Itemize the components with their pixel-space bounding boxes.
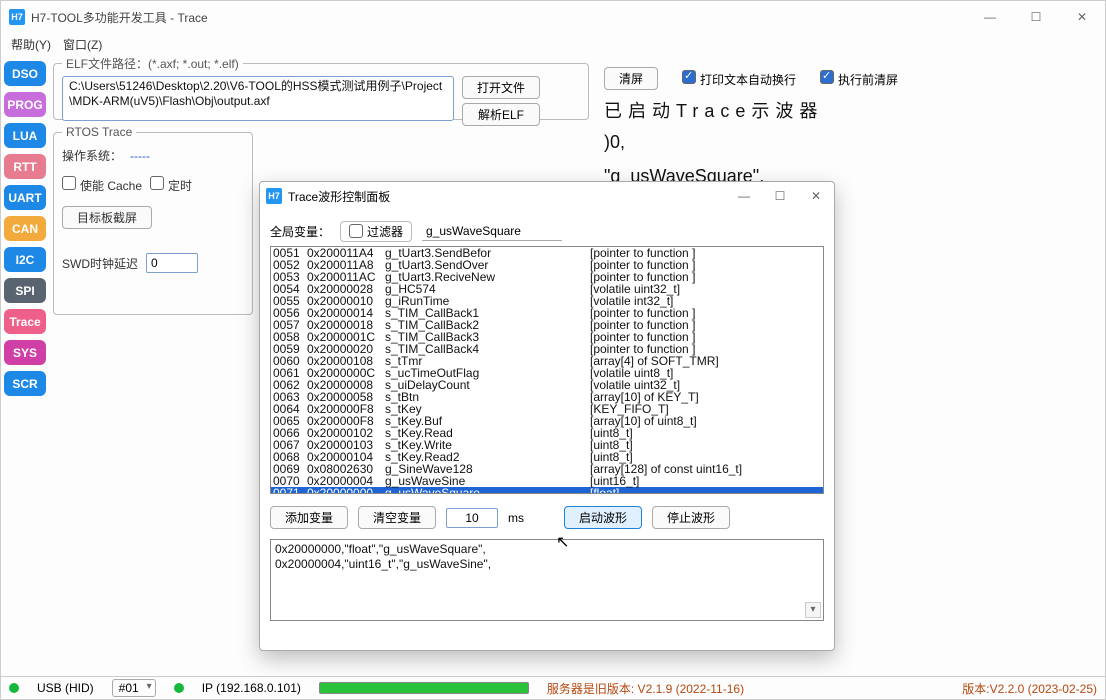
dlg-icon: H7 [266,188,282,204]
sidebar-item-spi[interactable]: SPI [4,278,46,303]
usb-led-icon [9,683,19,693]
add-var-button[interactable]: 添加变量 [270,506,348,529]
filter-input[interactable] [422,221,562,241]
preclear-label: 执行前清屏 [838,73,898,87]
variable-listing[interactable]: 00510x200011A4g_tUart3.SendBefor[pointer… [270,246,824,494]
clear-button[interactable]: 清屏 [604,67,658,90]
dlg-close-icon[interactable]: ✕ [798,189,834,203]
interval-input[interactable] [446,508,498,528]
filter-checkbox[interactable] [349,224,363,238]
elf-path-input[interactable]: C:\Users\51246\Desktop\2.20\V6-TOOL的HSS模… [62,76,454,121]
rtos-legend: RTOS Trace [62,125,136,139]
window-title: H7-TOOL多功能开发工具 - Trace [31,9,208,26]
usb-label: USB (HID) [37,681,94,695]
menu-help[interactable]: 帮助(Y) [11,36,51,53]
sidebar-item-sys[interactable]: SYS [4,340,46,365]
app-icon: H7 [9,9,25,25]
trace-wave-dialog: H7 Trace波形控制面板 — ☐ ✕ 全局变量： 过滤器 00510x200… [259,181,835,651]
sidebar-item-uart[interactable]: UART [4,185,46,210]
output-box[interactable]: 0x20000000,"float","g_usWaveSquare", 0x2… [270,539,824,621]
swd-input[interactable] [146,253,198,273]
ip-led-icon [174,683,184,693]
dlg-title-text: Trace波形控制面板 [288,188,390,205]
sidebar-item-i2c[interactable]: I2C [4,247,46,272]
sidebar-item-can[interactable]: CAN [4,216,46,241]
filter-label: 过滤器 [367,223,403,240]
index-combo[interactable]: #01 [112,679,156,697]
menu-window[interactable]: 窗口(Z) [63,36,102,53]
maximize-icon[interactable]: ☐ [1013,1,1059,33]
sidebar-item-prog[interactable]: PROG [4,92,46,117]
open-file-button[interactable]: 打开文件 [462,76,540,99]
dlg-minimize-icon[interactable]: — [726,189,762,203]
parse-elf-button[interactable]: 解析ELF [462,103,540,126]
os-value: ----- [130,149,150,163]
autowrap-label: 打印文本自动换行 [700,73,796,87]
rtos-group: RTOS Trace 操作系统：----- 使能 Cache 定时 目标板截屏 … [53,125,253,315]
sidebar-item-rtt[interactable]: RTT [4,154,46,179]
cache-label: 使能 Cache [80,179,142,193]
timer-checkbox[interactable] [150,176,164,190]
preclear-checkbox[interactable] [820,70,834,84]
mouse-cursor-icon: ↖ [556,532,569,552]
ip-label: IP (192.168.0.101) [202,681,301,695]
autowrap-checkbox[interactable] [682,70,696,84]
cache-checkbox[interactable] [62,176,76,190]
interval-unit: ms [508,511,524,525]
client-version-label: 版本:V2.2.0 (2023-02-25) [962,680,1097,697]
screenshot-button[interactable]: 目标板截屏 [62,206,152,229]
progress-bar [319,682,529,694]
clear-var-button[interactable]: 清空变量 [358,506,436,529]
scroll-down-icon[interactable]: ▾ [805,602,821,618]
sidebar-item-trace[interactable]: Trace [4,309,46,334]
stop-wave-button[interactable]: 停止波形 [652,506,730,529]
table-row[interactable]: 00710x20000000g_usWaveSquare[float] [271,487,823,494]
start-wave-button[interactable]: 启动波形 [564,506,642,529]
elf-legend: ELF文件路径：(*.axf; *.out; *.elf) [62,55,243,72]
minimize-icon[interactable]: — [967,1,1013,33]
close-icon[interactable]: ✕ [1059,1,1105,33]
global-var-label: 全局变量： [270,223,330,240]
status-bar: USB (HID) #01 IP (192.168.0.101) 服务器是旧版本… [1,676,1105,699]
sidebar-item-dso[interactable]: DSO [4,61,46,86]
sidebar-item-lua[interactable]: LUA [4,123,46,148]
elf-group: ELF文件路径：(*.axf; *.out; *.elf) C:\Users\5… [53,55,589,120]
os-label: 操作系统： [62,147,122,164]
timer-label: 定时 [168,179,192,193]
server-version-label: 服务器是旧版本: V2.1.9 (2022-11-16) [547,680,744,697]
dlg-maximize-icon[interactable]: ☐ [762,189,798,203]
swd-label: SWD时钟延迟 [62,255,138,272]
sidebar-item-scr[interactable]: SCR [4,371,46,396]
